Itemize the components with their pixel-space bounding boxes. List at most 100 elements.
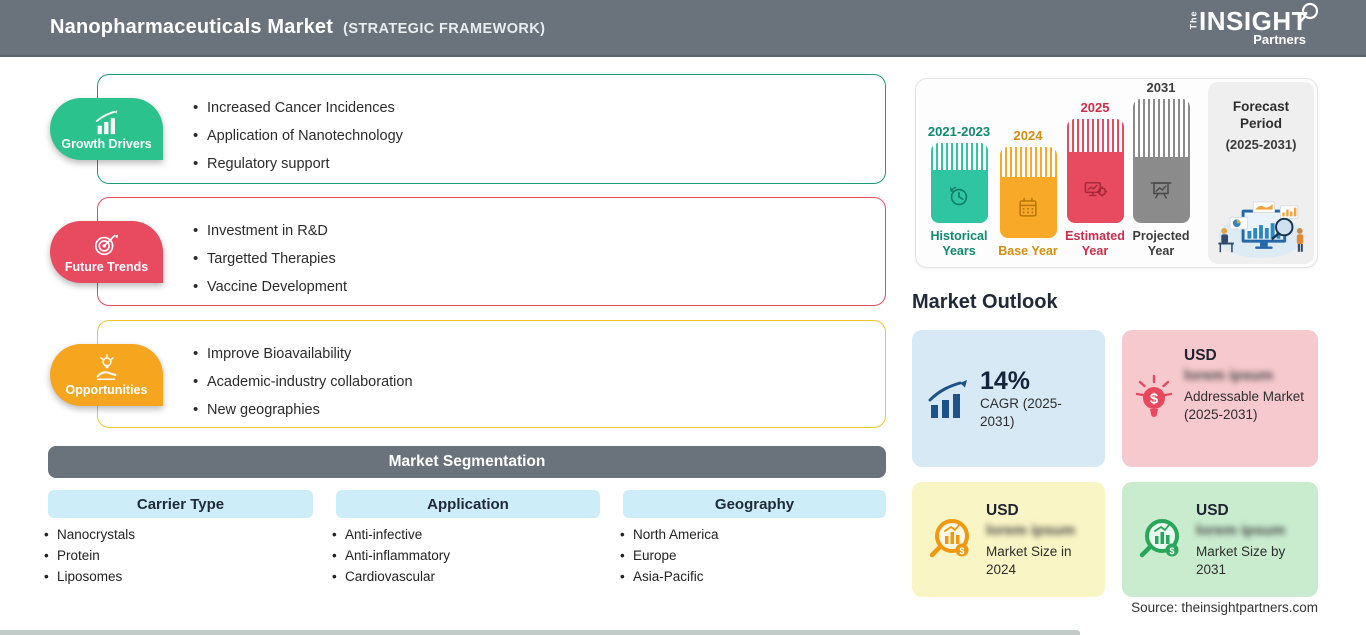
cagr-value: 14%: [980, 366, 1031, 395]
list-item: Asia-Pacific: [620, 566, 719, 587]
market-segmentation-header: Market Segmentation: [48, 446, 886, 478]
forecast-line1: Forecast: [1232, 99, 1290, 114]
bullet-item: Investment in R&D: [193, 217, 885, 245]
bullet-item: Regulatory support: [193, 150, 885, 178]
bar-stripes: [1132, 99, 1190, 157]
growth-drivers-label: Growth Drivers: [61, 136, 152, 151]
growth-drivers-badge: Growth Drivers: [50, 98, 163, 160]
bullet-item: Improve Bioavailability: [193, 340, 885, 368]
timeline-historical: 2021-2023 Historical Years: [927, 124, 991, 259]
card-label: Market Size by 2031: [1196, 543, 1286, 577]
timeline-year: 2021-2023: [927, 124, 991, 139]
bulb-hand-icon: [96, 353, 116, 380]
list-item: Europe: [620, 545, 719, 566]
bar-stripes: [1066, 119, 1124, 152]
magnifier-chart-orange-icon: $: [929, 518, 969, 557]
segment-column-carrier-type: Carrier Type: [48, 490, 313, 518]
timeline-caption: Base Year: [998, 244, 1058, 258]
magnifier-chart-green-icon: $: [1139, 518, 1179, 557]
list-item: Protein: [44, 545, 135, 566]
page-subtitle: (STRATEGIC FRAMEWORK): [343, 21, 546, 37]
bar-stripes: [930, 143, 988, 170]
projection-screen-icon: [1150, 182, 1172, 199]
carrier-type-list: Nanocrystals Protein Liposomes: [44, 524, 135, 587]
timeline-panel: 2021-2023 Historical Years 2024 Base Yea…: [915, 78, 1318, 268]
addressable-market-text: USD lorem ipsum Addressable Market (2025…: [1184, 346, 1306, 424]
market-size-2031-card: $ USD lorem ipsum Market Size by 2031: [1122, 482, 1318, 597]
forecast-range: (2025-2031): [1225, 137, 1297, 152]
bar-body: [999, 177, 1057, 238]
brand-logo: The INSIGHT Partners: [1184, 2, 1319, 47]
geography-header: Geography: [714, 495, 795, 513]
application-header: Application: [427, 495, 509, 513]
timeline-projected: 2031 Projected Year: [1131, 80, 1191, 259]
bottom-strip: [0, 630, 1080, 635]
analytics-illustration: [1218, 201, 1304, 259]
forecast-line2: Period: [1239, 116, 1282, 131]
market-size-2024-text: USD lorem ipsum Market Size in 2024: [986, 501, 1093, 579]
card-label: Addressable Market (2025-2031): [1184, 389, 1305, 422]
opportunities-list: Improve Bioavailability Academic-industr…: [98, 321, 885, 424]
currency-label: USD: [986, 501, 1019, 519]
growth-chart-icon: [95, 109, 117, 134]
bullet-item: Academic-industry collaboration: [193, 368, 885, 396]
bullet-item: Application of Nanotechnology: [193, 122, 885, 150]
timeline-caption: Historical Years: [930, 229, 988, 258]
estimate-analysis-icon: [1084, 181, 1108, 197]
cagr-card: 14% CAGR (2025-2031): [912, 330, 1105, 467]
logo-insight-text: INSIGHT: [1199, 6, 1308, 36]
svg-text:$: $: [1169, 546, 1174, 556]
future-trends-label: Future Trends: [64, 259, 149, 274]
application-list: Anti-infective Anti-inflammatory Cardiov…: [332, 524, 450, 587]
bar-stripes: [999, 147, 1057, 177]
growth-drivers-list: Increased Cancer Incidences Application …: [98, 75, 885, 178]
cagr-chart-icon: [928, 379, 967, 418]
bullet-item: Vaccine Development: [193, 273, 885, 301]
addressable-market-card: $ USD lorem ipsum Addressable Market (20…: [1122, 330, 1318, 467]
list-item: Nanocrystals: [44, 524, 135, 545]
future-trends-box: Investment in R&D Targetted Therapies Va…: [97, 197, 886, 306]
list-item: North America: [620, 524, 719, 545]
forecast-title: Forecast Period: [1233, 98, 1289, 132]
timeline-bar: [930, 143, 988, 223]
timeline-bar: [1132, 99, 1190, 223]
growth-drivers-box: Increased Cancer Incidences Application …: [97, 74, 886, 184]
target-dart-icon: [94, 234, 118, 255]
bullet-item: Increased Cancer Incidences: [193, 94, 885, 122]
list-item: Anti-inflammatory: [332, 545, 450, 566]
blurred-value: lorem ipsum: [1184, 367, 1274, 384]
opportunities-badge: Opportunities: [50, 344, 163, 406]
bullet-item: Targetted Therapies: [193, 245, 885, 273]
timeline-year: 2025: [1080, 100, 1110, 115]
history-clock-icon: [950, 186, 968, 205]
logo-the-text: The: [1188, 10, 1199, 30]
timeline-caption: Projected Year: [1132, 229, 1190, 258]
opportunities-label: Opportunities: [65, 382, 148, 397]
timeline-year: 2031: [1146, 80, 1176, 95]
svg-text:$: $: [1150, 391, 1159, 408]
market-size-2031-text: USD lorem ipsum Market Size by 2031: [1196, 501, 1306, 579]
blurred-value: lorem ipsum: [1196, 521, 1286, 539]
carrier-type-header: Carrier Type: [136, 495, 225, 513]
cagr-label: CAGR (2025-2031): [980, 395, 1062, 429]
segment-column-application: Application: [336, 490, 600, 518]
svg-text:$: $: [959, 546, 964, 556]
list-item: Cardiovascular: [332, 566, 450, 587]
future-trends-badge: Future Trends: [50, 221, 163, 283]
bullet-item: New geographies: [193, 396, 885, 424]
blurred-value: lorem ipsum: [986, 521, 1076, 539]
magnifier-icon: [1298, 2, 1319, 24]
future-trends-list: Investment in R&D Targetted Therapies Va…: [98, 198, 885, 301]
card-label: Market Size in 2024: [986, 543, 1072, 577]
market-size-2024-card: $ USD lorem ipsum Market Size in 2024: [912, 482, 1105, 597]
timeline-base: 2024 Base Year: [998, 128, 1058, 259]
bar-body: [1132, 157, 1190, 223]
timeline-year: 2024: [1013, 128, 1043, 143]
timeline-estimated: 2025 Estimated Year: [1065, 100, 1125, 259]
list-item: Liposomes: [44, 566, 135, 587]
bar-body: [1066, 152, 1124, 223]
geography-list: North America Europe Asia-Pacific: [620, 524, 719, 587]
timeline-caption: Estimated Year: [1065, 229, 1125, 258]
logo-line: The INSIGHT: [1184, 2, 1319, 36]
currency-label: USD: [1196, 501, 1229, 519]
